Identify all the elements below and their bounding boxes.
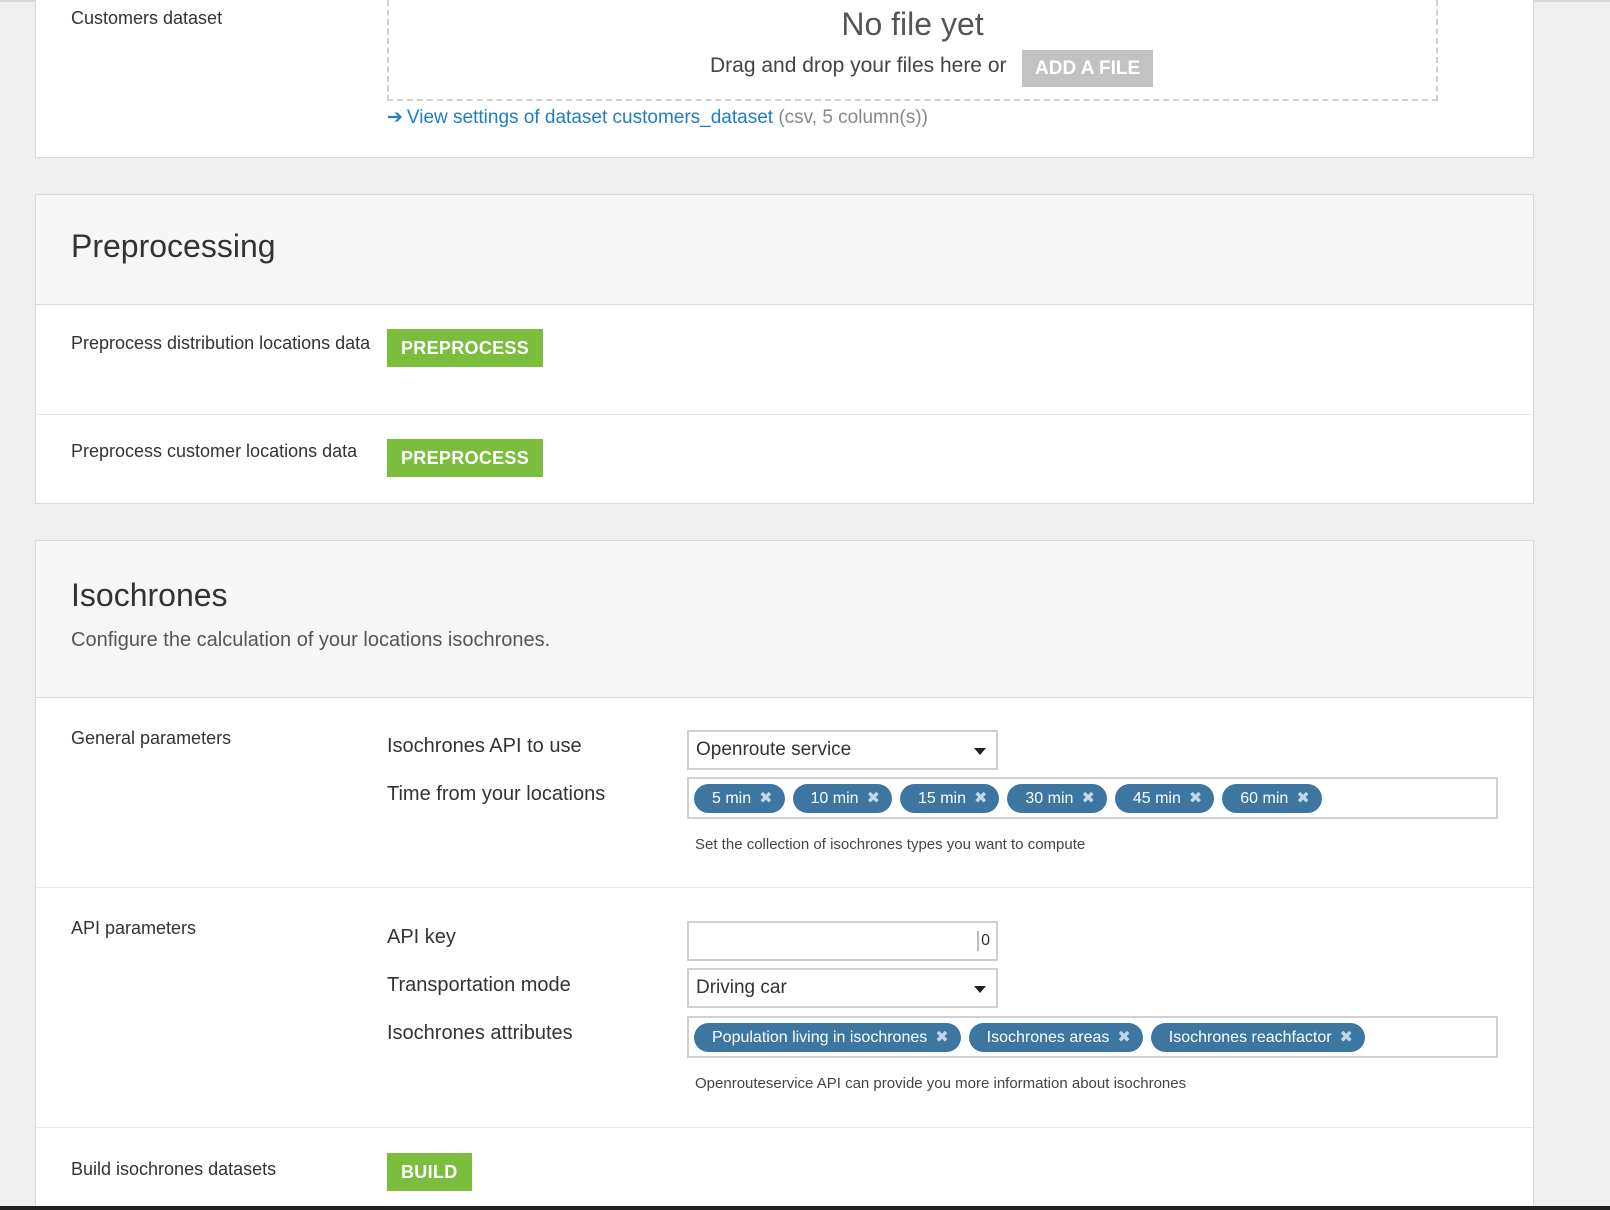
close-icon[interactable]: ✖ (974, 784, 987, 813)
time-tag: 30 min ✖ (1007, 783, 1107, 813)
attribute-tag: Population living in isochrones ✖ (694, 1022, 961, 1052)
api-key-label: API key (387, 926, 456, 948)
attribute-tag-label: Isochrones reachfactor (1168, 1028, 1332, 1046)
isochrones-api-label: Isochrones API to use (387, 735, 582, 757)
close-icon[interactable]: ✖ (759, 784, 772, 813)
time-help-text: Set the collection of isochrones types y… (695, 836, 1086, 853)
api-parameters-row: API parameters API key 0 Transportation … (36, 888, 1533, 1128)
dropzone-title: No file yet (841, 6, 984, 42)
isochrones-title: Isochrones (71, 577, 228, 613)
attribute-tag: Isochrones reachfactor ✖ (1150, 1022, 1365, 1052)
attributes-help-text: Openrouteservice API can provide you mor… (695, 1075, 1187, 1092)
customers-dataset-card: Customers dataset No file yet Drag and d… (35, 0, 1534, 158)
transportation-mode-select[interactable]: Driving car (687, 968, 998, 1008)
dropzone-text: Drag and drop your files here or (710, 54, 1007, 77)
close-icon[interactable]: ✖ (1340, 1023, 1353, 1052)
close-icon[interactable]: ✖ (1081, 784, 1094, 813)
preprocessing-header: Preprocessing (36, 195, 1533, 305)
attribute-tag-label: Population living in isochrones (712, 1028, 928, 1046)
time-tag-label: 60 min (1240, 789, 1289, 807)
password-reveal-icon[interactable]: 0 (977, 931, 990, 951)
file-dropzone[interactable]: No file yet Drag and drop your files her… (387, 0, 1438, 101)
preprocessing-title: Preprocessing (71, 228, 276, 264)
preprocess-distribution-row: Preprocess distribution locations data P… (36, 305, 1533, 415)
close-icon[interactable]: ✖ (867, 784, 880, 813)
time-tag: 60 min ✖ (1222, 783, 1322, 813)
preprocess-customer-label: Preprocess customer locations data (71, 441, 358, 461)
time-tag-label: 45 min (1132, 789, 1181, 807)
time-tag: 15 min ✖ (899, 783, 1000, 813)
time-tag: 10 min ✖ (792, 783, 892, 813)
api-key-input[interactable]: 0 (687, 921, 998, 961)
build-row: Build isochrones datasets BUILD (36, 1128, 1533, 1208)
chevron-down-icon (974, 748, 986, 755)
isochrones-attributes-label: Isochrones attributes (387, 1022, 573, 1044)
close-icon[interactable]: ✖ (1189, 784, 1202, 813)
view-dataset-settings-link[interactable]: ➔ View settings of dataset customers_data… (387, 106, 928, 129)
preprocess-customer-row: Preprocess customer locations data PREPR… (36, 415, 1533, 503)
attribute-tag-label: Isochrones areas (986, 1028, 1110, 1046)
attribute-tag: Isochrones areas ✖ (968, 1022, 1143, 1052)
isochrones-card: Isochrones Configure the calculation of … (35, 540, 1534, 1210)
close-icon[interactable]: ✖ (1117, 1023, 1130, 1052)
api-parameters-label: API parameters (71, 918, 197, 938)
time-from-locations-label: Time from your locations (387, 783, 606, 805)
time-tag: 5 min ✖ (694, 783, 785, 813)
general-parameters-label: General parameters (71, 728, 232, 748)
attributes-tags-input[interactable]: Population living in isochrones ✖ Isochro… (687, 1016, 1498, 1058)
preprocessing-card: Preprocessing Preprocess distribution lo… (35, 194, 1534, 504)
chevron-down-icon (974, 986, 986, 993)
isochrones-api-select[interactable]: Openroute service (687, 730, 998, 770)
preprocess-customer-button[interactable]: PREPROCESS (387, 439, 544, 477)
build-label: Build isochrones datasets (71, 1159, 277, 1179)
time-tags-input[interactable]: 5 min ✖ 10 min ✖ 15 min ✖ 30 min ✖ 45 min ✖ 6… (687, 777, 1498, 819)
close-icon[interactable]: ✖ (1296, 784, 1309, 813)
view-settings-link-text[interactable]: View settings of dataset customers_datas… (407, 107, 773, 128)
dataset-meta: (csv, 5 column(s)) (778, 107, 928, 128)
isochrones-api-value: Openroute service (696, 739, 852, 760)
isochrones-header: Isochrones Configure the calculation of … (36, 541, 1533, 698)
close-icon[interactable]: ✖ (935, 1023, 948, 1052)
isochrones-description: Configure the calculation of your locati… (71, 629, 551, 651)
arrow-right-icon: ➔ (387, 107, 403, 128)
customers-dataset-label: Customers dataset (71, 8, 223, 28)
general-parameters-row: General parameters Isochrones API to use… (36, 698, 1533, 888)
add-file-button[interactable]: ADD A FILE (1022, 50, 1154, 87)
transportation-mode-label: Transportation mode (387, 974, 571, 996)
time-tag-label: 15 min (917, 789, 966, 807)
preprocess-distribution-button[interactable]: PREPROCESS (387, 329, 544, 367)
time-tag-label: 30 min (1025, 789, 1074, 807)
time-tag-label: 5 min (712, 789, 752, 807)
transportation-mode-value: Driving car (696, 977, 787, 998)
preprocess-distribution-label: Preprocess distribution locations data (71, 333, 371, 353)
time-tag: 45 min ✖ (1114, 783, 1215, 813)
build-button[interactable]: BUILD (387, 1153, 472, 1191)
time-tag-label: 10 min (810, 789, 859, 807)
bottom-edge (0, 1206, 1610, 1210)
